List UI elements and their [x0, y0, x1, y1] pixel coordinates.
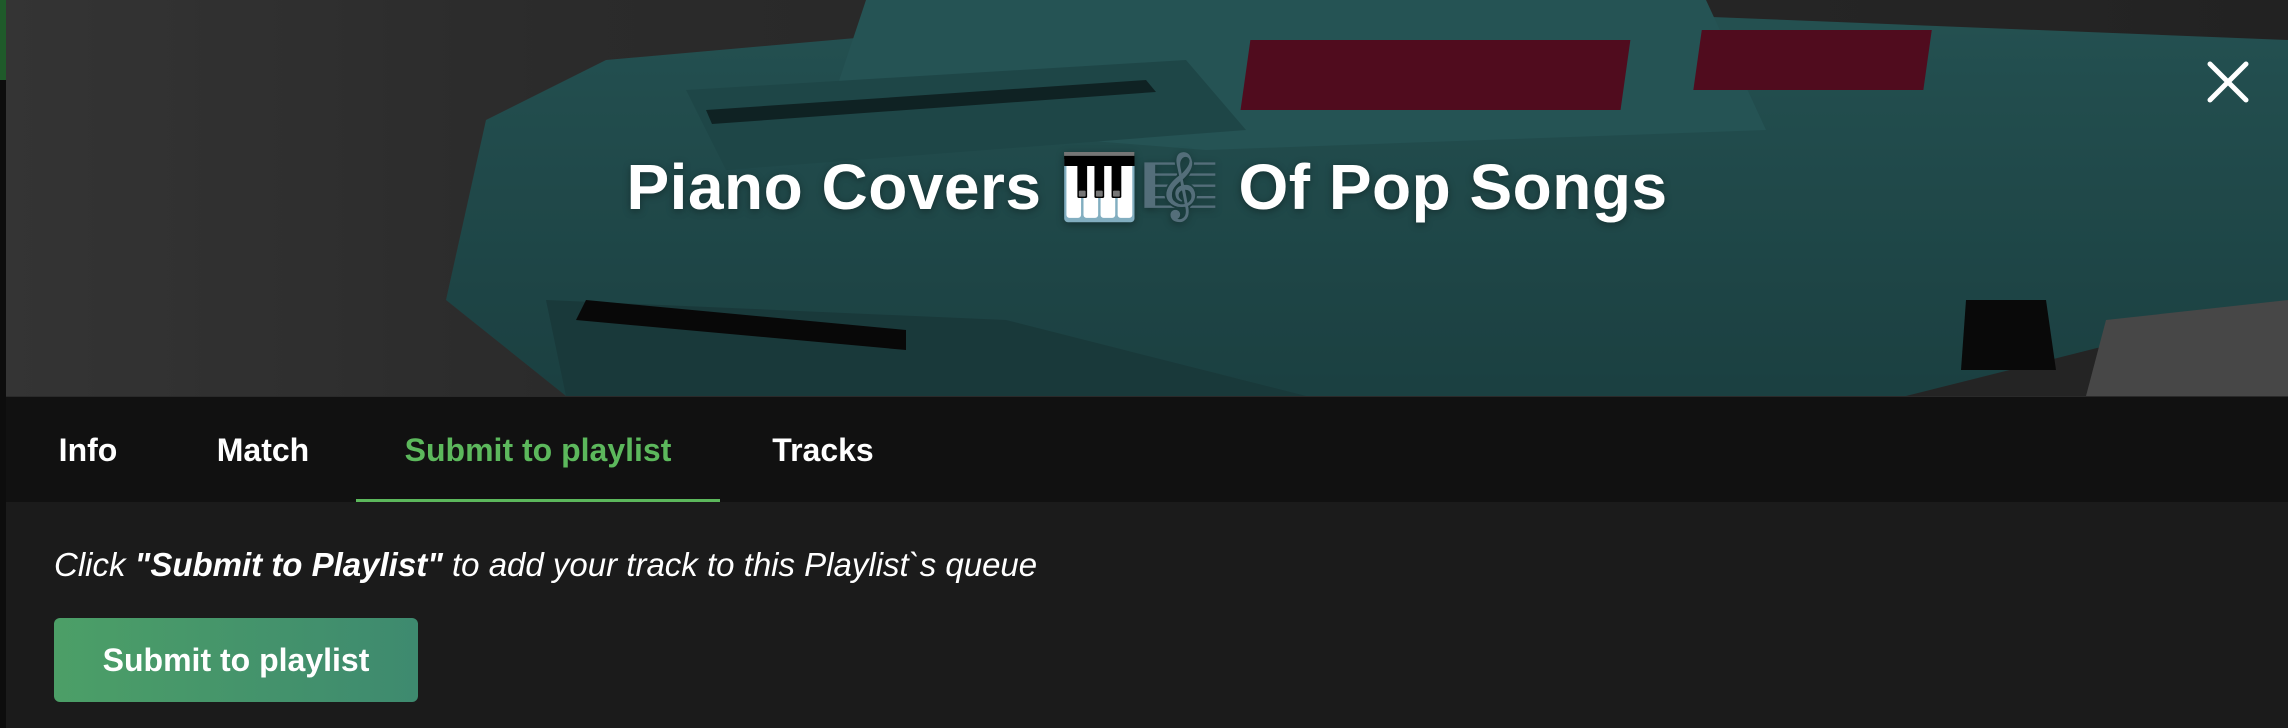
- submit-panel: Click "Submit to Playlist" to add your t…: [6, 502, 2288, 728]
- playlist-modal: Piano Covers 🎹🎼 Of Pop Songs Info Match …: [0, 0, 2288, 728]
- playlist-title: Piano Covers 🎹🎼 Of Pop Songs: [626, 151, 1668, 223]
- tab-submit-to-playlist[interactable]: Submit to playlist: [356, 397, 720, 503]
- instruction-emphasis: "Submit to Playlist": [134, 546, 443, 583]
- close-icon: [2207, 61, 2249, 103]
- instruction-prefix: Click: [54, 546, 135, 583]
- submit-to-playlist-button[interactable]: Submit to playlist: [54, 618, 418, 702]
- tab-match[interactable]: Match: [170, 397, 356, 503]
- tab-info[interactable]: Info: [26, 397, 150, 503]
- tab-bar: Info Match Submit to playlist Tracks: [6, 396, 2288, 503]
- instruction-suffix: to add your track to this Playlist`s que…: [442, 546, 1038, 583]
- close-button[interactable]: [2202, 56, 2254, 108]
- hero-banner: Piano Covers 🎹🎼 Of Pop Songs: [6, 0, 2288, 396]
- submit-instruction: Click "Submit to Playlist" to add your t…: [54, 546, 1037, 584]
- tab-tracks[interactable]: Tracks: [738, 397, 908, 503]
